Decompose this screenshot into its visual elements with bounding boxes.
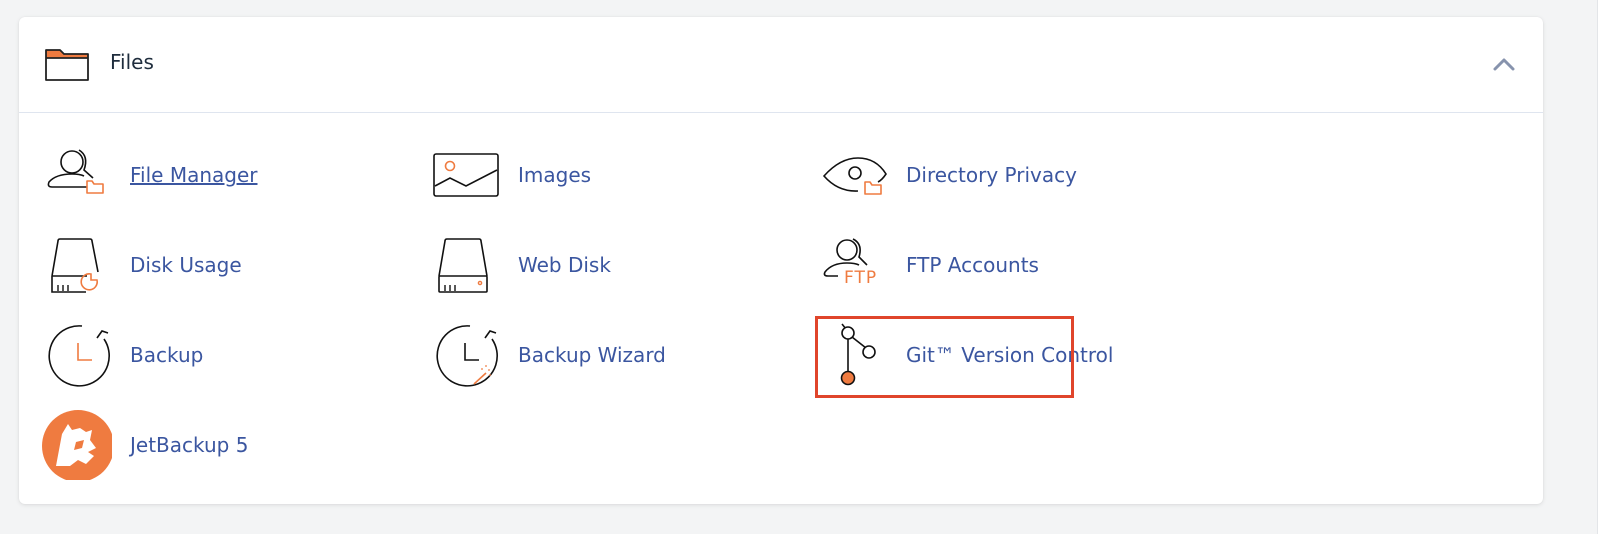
tool-directory-privacy[interactable]: Directory Privacy — [818, 140, 1077, 210]
clock-refresh-icon — [42, 320, 112, 390]
tool-label: Directory Privacy — [906, 163, 1077, 187]
tool-web-disk[interactable]: Web Disk — [430, 230, 611, 300]
tool-label: Images — [518, 163, 592, 187]
files-panel: Files File Manager Images Directory Priv… — [19, 17, 1543, 504]
tool-backup[interactable]: Backup — [42, 320, 203, 390]
page-scroll-edge — [1597, 0, 1616, 534]
ftp-accounts-highlight-box — [815, 316, 1074, 398]
user-ftp-icon: FTP — [818, 230, 888, 300]
tool-label: Web Disk — [518, 253, 611, 277]
tool-label: File Manager — [130, 163, 258, 187]
disk-icon — [430, 230, 500, 300]
tool-jetbackup-5[interactable]: JetBackup 5 — [42, 410, 248, 480]
tool-disk-usage[interactable]: Disk Usage — [42, 230, 242, 300]
chevron-up-icon[interactable] — [1491, 53, 1517, 75]
clock-wand-icon — [430, 320, 500, 390]
panel-title: Files — [110, 50, 154, 74]
tool-label: Backup — [130, 343, 204, 367]
tool-label: FTP Accounts — [906, 253, 1039, 277]
image-icon — [430, 140, 500, 210]
panel-header[interactable]: Files — [19, 17, 1543, 113]
tool-label: Disk Usage — [130, 253, 242, 277]
tool-label: JetBackup 5 — [130, 433, 249, 457]
user-folder-icon — [42, 140, 112, 210]
tool-file-manager[interactable]: File Manager — [42, 140, 258, 210]
folder-icon — [45, 49, 89, 81]
tool-images[interactable]: Images — [430, 140, 591, 210]
jetbackup-logo-icon — [42, 410, 112, 480]
tool-label: Backup Wizard — [518, 343, 666, 367]
tool-backup-wizard[interactable]: Backup Wizard — [430, 320, 666, 390]
eye-folder-icon — [818, 140, 888, 210]
disk-pie-icon — [42, 230, 112, 300]
tool-ftp-accounts[interactable]: FTP FTP Accounts — [818, 230, 1039, 300]
svg-text:FTP: FTP — [844, 268, 877, 288]
